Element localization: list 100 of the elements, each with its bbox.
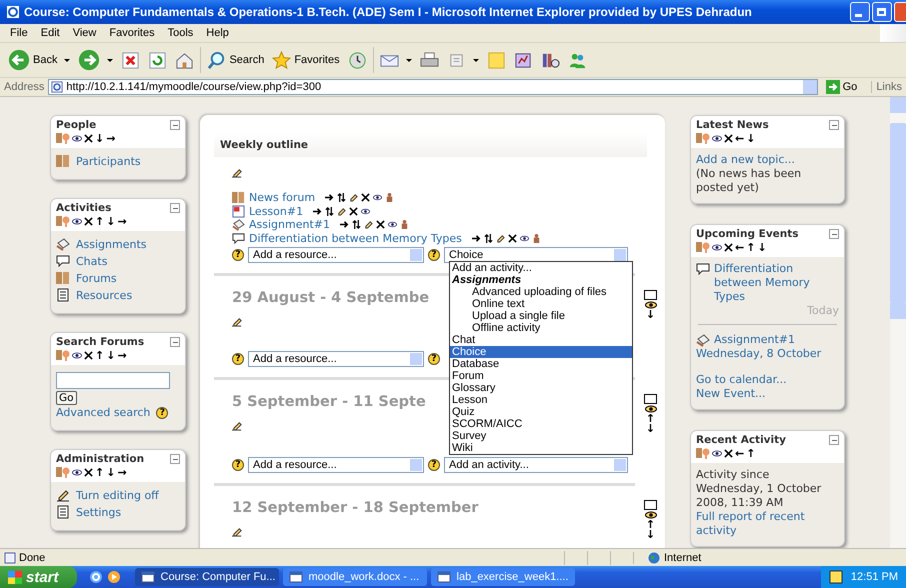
links-label[interactable]: Links [871,81,906,93]
collapse-button[interactable] [829,120,839,130]
eye-icon[interactable] [644,405,656,413]
go-button[interactable]: Go [822,80,868,94]
collapse-button[interactable] [170,337,180,347]
block-link[interactable]: Chats [76,254,108,268]
move-arrow[interactable]: ↓ [95,132,104,144]
delete-icon[interactable] [84,468,93,476]
resource-select[interactable]: Add a resource... [248,457,424,473]
move-arrow[interactable]: → [106,132,116,144]
right-arrow-icon[interactable] [325,193,334,202]
add-topic-link[interactable]: Add a new topic... [696,153,839,167]
menu-item[interactable]: Help [200,27,236,39]
help-icon[interactable]: ? [232,249,244,261]
delete-icon[interactable] [508,234,517,243]
collapse-button[interactable] [170,120,180,130]
dropdown-option[interactable]: Add an activity... [450,262,632,274]
eye-icon[interactable] [712,244,722,250]
dropdown-option[interactable]: Advanced uploading of files [450,286,632,298]
eye-icon[interactable] [72,134,82,142]
pencil-icon[interactable] [364,220,373,230]
go-button[interactable]: Go [56,391,77,405]
restore-button[interactable] [872,2,892,22]
up-down-arrows-icon[interactable] [484,234,493,243]
dropdown-option[interactable]: Database [450,358,632,370]
eye-icon[interactable] [373,193,382,202]
person-icon[interactable] [532,234,541,243]
vertical-scrollbar[interactable] [890,97,906,548]
favorites-button[interactable]: Favorites [270,50,342,70]
browser-icon[interactable] [88,570,103,584]
resource-select[interactable]: Add a resource... [248,351,424,367]
move-arrow[interactable]: ↑ [746,242,756,252]
back-button[interactable]: Back [6,49,72,71]
activity-select[interactable]: Add an activity... [444,457,628,473]
delete-icon[interactable] [724,448,733,458]
taskbar-button[interactable]: moodle_work.docx - ... [282,568,427,586]
move-arrow[interactable]: ↑ [646,520,656,529]
eye-icon[interactable] [712,450,722,456]
dropdown-option[interactable]: Survey [450,430,632,442]
eye-icon[interactable] [520,234,529,243]
taskbar-button[interactable]: lab_exercise_week1.... [430,568,575,586]
pencil-icon[interactable] [232,526,243,537]
block-link[interactable]: Assignments [76,238,146,250]
move-arrow[interactable]: ← [735,242,744,252]
dropdown-option[interactable]: SCORM/AICC [450,418,632,430]
block-link[interactable]: Forums [76,272,117,284]
delete-icon[interactable] [724,134,733,142]
delete-icon[interactable] [84,134,93,142]
person-icon[interactable] [400,220,409,230]
forward-button[interactable] [76,49,116,71]
media-player-icon[interactable] [106,570,121,584]
search-field[interactable] [56,372,170,389]
move-arrow[interactable]: ↓ [646,310,656,319]
eye-icon[interactable] [644,301,656,309]
delete-icon[interactable] [349,206,358,216]
up-down-arrows-icon[interactable] [352,220,361,230]
highlight-square-icon[interactable] [644,290,657,300]
delete-icon[interactable] [84,216,93,226]
move-arrow[interactable]: → [117,466,127,478]
eye-icon[interactable] [388,220,397,230]
dropdown-option[interactable]: Quiz [450,406,632,418]
calendar-link[interactable]: New Event... [696,387,839,401]
help-icon[interactable]: ? [428,353,440,365]
help-icon[interactable]: ? [428,459,440,471]
delete-icon[interactable] [361,193,370,202]
pencil-icon[interactable] [496,234,505,243]
highlight-square-icon[interactable] [644,500,657,510]
right-arrow-icon[interactable] [340,220,349,230]
move-arrow[interactable]: ↑ [746,448,756,458]
person-icon[interactable] [385,193,394,202]
collapse-button[interactable] [170,203,180,213]
block-link[interactable]: Resources [76,288,132,302]
menu-item[interactable]: Tools [162,27,200,39]
move-arrow[interactable]: ↓ [757,242,767,252]
move-arrow[interactable]: ↓ [746,132,756,144]
dropdown-option[interactable]: Glossary [450,382,632,394]
help-icon[interactable]: ? [232,353,244,365]
move-arrow[interactable]: ↓ [106,350,116,360]
eye-icon[interactable] [72,468,82,476]
eye-icon[interactable] [72,218,82,224]
dropdown-option[interactable]: Assignments [450,274,632,286]
menu-item[interactable]: File [4,27,35,39]
move-arrow[interactable]: ↓ [646,530,656,539]
resource-select[interactable]: Add a resource... [248,247,424,263]
minimize-button[interactable] [850,2,870,22]
menu-item[interactable]: Edit [34,27,67,39]
help-icon[interactable]: ? [428,249,440,261]
delete-icon[interactable] [724,242,733,252]
start-button[interactable]: start [0,566,77,588]
move-arrow[interactable]: → [117,216,127,226]
event-link[interactable]: Assignment#1 [714,333,795,347]
right-arrow-icon[interactable] [472,234,481,243]
move-arrow[interactable]: → [117,350,127,360]
help-icon[interactable]: ? [156,406,168,418]
activity-link[interactable]: News forum [249,191,316,204]
eye-icon[interactable] [72,352,82,358]
up-down-arrows-icon[interactable] [337,193,346,202]
move-arrow[interactable]: ↑ [95,350,104,360]
move-arrow[interactable]: ← [735,132,744,144]
menu-item[interactable]: View [66,27,104,39]
